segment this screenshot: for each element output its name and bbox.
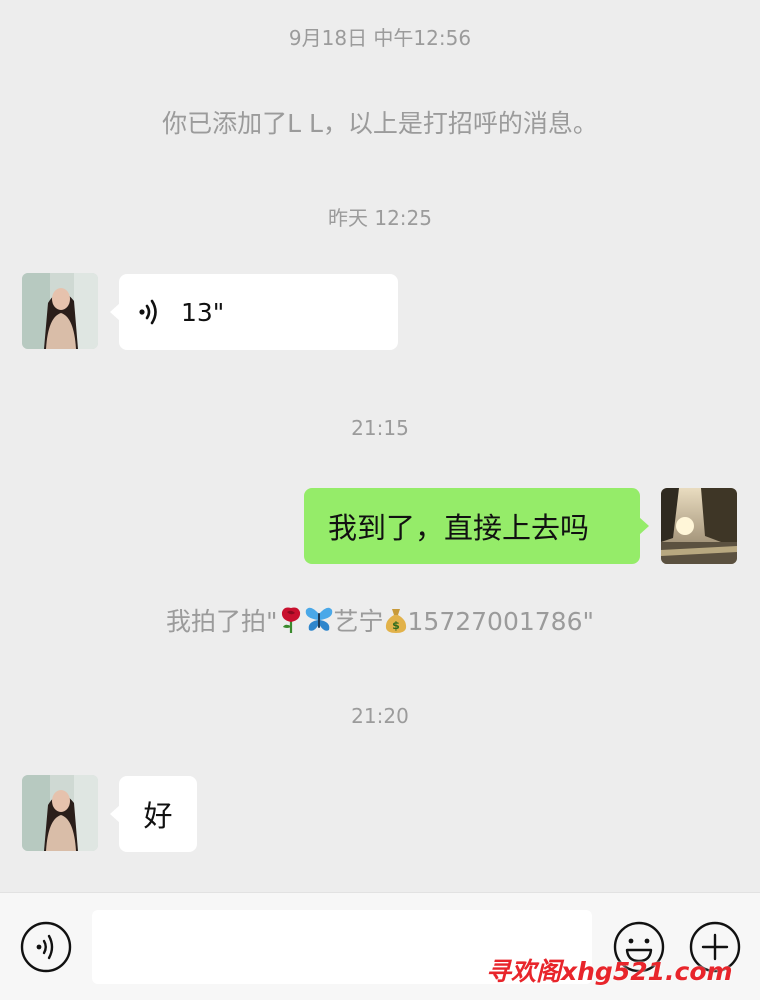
- pat-notice: 我拍了拍" 艺宁 $ 15727001786": [0, 602, 760, 638]
- friend-added-notice: 你已添加了L L，以上是打招呼的消息。: [162, 109, 598, 138]
- money-bag-emoji: $: [385, 609, 406, 633]
- incoming-message-bubble[interactable]: 好: [110, 776, 197, 852]
- timestamp: 21:20: [351, 704, 409, 728]
- voice-input-icon[interactable]: [20, 921, 72, 973]
- svg-text:$: $: [392, 619, 400, 632]
- voice-duration: 13": [181, 297, 225, 327]
- message-text: 好: [143, 799, 173, 833]
- watermark: 寻欢阁xhg521.com: [486, 957, 733, 986]
- my-avatar[interactable]: [661, 488, 737, 564]
- timestamp: 昨天 12:25: [328, 206, 432, 230]
- pat-notice-name: 艺宁: [333, 607, 384, 636]
- outgoing-message-bubble[interactable]: 我到了，直接上去吗: [304, 488, 649, 564]
- rose-emoji: [281, 607, 300, 633]
- pat-notice-suffix: 15727001786": [407, 607, 594, 636]
- butterfly-emoji: [305, 607, 332, 631]
- contact-avatar[interactable]: [22, 273, 98, 349]
- chat-area: 9月18日 中午12:56 你已添加了L L，以上是打招呼的消息。 昨天 12:…: [0, 0, 760, 892]
- voice-wave-icon: [139, 299, 157, 325]
- message-text: 我到了，直接上去吗: [328, 511, 590, 545]
- timestamp: 9月18日 中午12:56: [288, 26, 472, 50]
- timestamp: 21:15: [351, 416, 409, 440]
- contact-avatar[interactable]: [22, 775, 98, 851]
- pat-notice-prefix: 我拍了拍": [166, 607, 278, 636]
- voice-message-bubble[interactable]: 13": [110, 274, 398, 350]
